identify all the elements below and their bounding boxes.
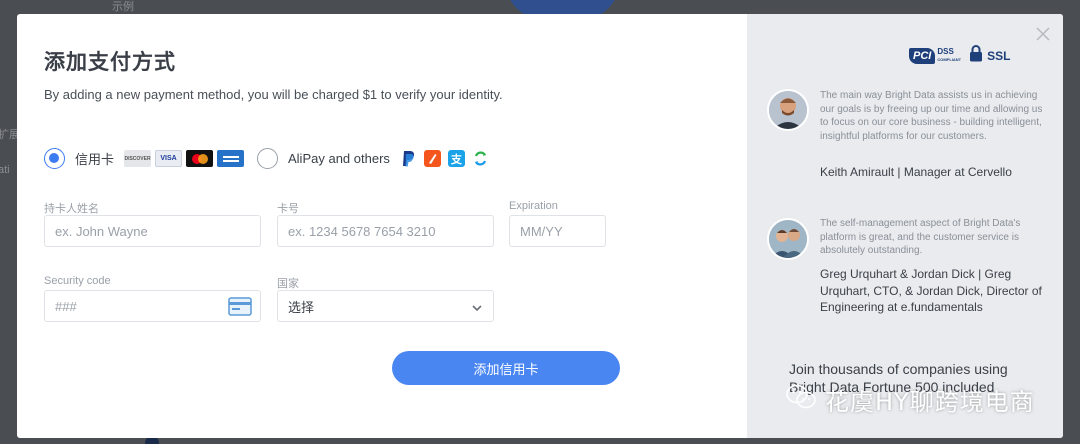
- country-select[interactable]: 选择: [277, 290, 494, 322]
- security-code-field[interactable]: [44, 290, 261, 322]
- alipay-logo: 支: [447, 150, 465, 167]
- wechat-pay-logo: [472, 150, 489, 167]
- discover-logo: DISCOVER: [124, 150, 152, 167]
- orange-wallet-logo: [423, 150, 441, 167]
- payment-modal: 添加支付方式 By adding a new payment method, y…: [17, 14, 1063, 438]
- pci-logo: PCI: [909, 48, 936, 64]
- credit-card-radio[interactable]: [44, 148, 65, 169]
- trust-panel: PCI DSS COMPLIANT SSL The main way Bright…: [747, 14, 1063, 438]
- lock-icon: [969, 45, 983, 67]
- cardholder-label: 持卡人姓名: [44, 203, 99, 215]
- chevron-down-icon: [471, 301, 483, 316]
- card-number-label: 卡号: [277, 203, 299, 215]
- security-code-input[interactable]: [55, 298, 225, 314]
- compliant-text: COMPLIANT: [937, 57, 962, 62]
- expiration-field[interactable]: [509, 215, 606, 247]
- backdrop-text: ati: [0, 164, 10, 176]
- credit-card-label: 信用卡: [75, 152, 115, 167]
- watermark: 花虞HY聊跨境电商: [785, 382, 1035, 417]
- cardholder-field[interactable]: [44, 215, 261, 247]
- testimonial-author: Keith Amirault | Manager at Cervello: [820, 165, 1012, 179]
- mastercard-logo: [186, 150, 214, 167]
- avatar: [767, 89, 809, 131]
- wechat-icon: [785, 383, 817, 416]
- add-credit-card-button[interactable]: 添加信用卡: [392, 351, 620, 385]
- card-number-field[interactable]: [277, 215, 494, 247]
- backdrop-text: 示例: [112, 1, 134, 13]
- close-icon[interactable]: [1034, 25, 1052, 43]
- dss-text: DSS: [937, 47, 954, 56]
- avatar: [767, 218, 809, 260]
- testimonial-quote: The main way Bright Data assists us in a…: [820, 90, 1043, 142]
- ssl-badge: SSL: [969, 45, 1010, 67]
- paypal-logo: [400, 150, 417, 167]
- credit-card-icon: [228, 297, 252, 319]
- visa-logo: VISA: [155, 150, 183, 167]
- cardholder-input[interactable]: [55, 223, 250, 239]
- pci-dss-badge: PCI DSS COMPLIANT: [909, 48, 961, 64]
- alipay-label: AliPay and others: [288, 151, 390, 166]
- card-number-input[interactable]: [288, 223, 483, 239]
- expiration-label: Expiration: [509, 200, 558, 212]
- amex-logo: [217, 150, 245, 167]
- testimonial-quote: The self-management aspect of Bright Dat…: [820, 218, 1021, 256]
- payment-form-panel: 添加支付方式 By adding a new payment method, y…: [17, 14, 747, 438]
- testimonial-author: Greg Urquhart & Jordan Dick | Greg Urquh…: [820, 267, 1042, 314]
- alipay-radio[interactable]: [257, 148, 278, 169]
- ssl-text: SSL: [987, 49, 1011, 63]
- modal-subtitle: By adding a new payment method, you will…: [44, 87, 503, 102]
- method-alipay[interactable]: AliPay and others 支: [257, 148, 496, 169]
- country-select-value: 选择: [288, 299, 315, 315]
- expiration-input[interactable]: [520, 223, 595, 239]
- modal-title: 添加支付方式: [44, 51, 176, 74]
- method-credit-card[interactable]: 信用卡 DISCOVER VISA: [44, 148, 248, 169]
- watermark-text: 花虞HY聊跨境电商: [825, 388, 1035, 416]
- security-code-label: Security code: [44, 275, 111, 287]
- security-badges: PCI DSS COMPLIANT SSL: [909, 45, 1010, 67]
- country-label: 国家: [277, 278, 299, 290]
